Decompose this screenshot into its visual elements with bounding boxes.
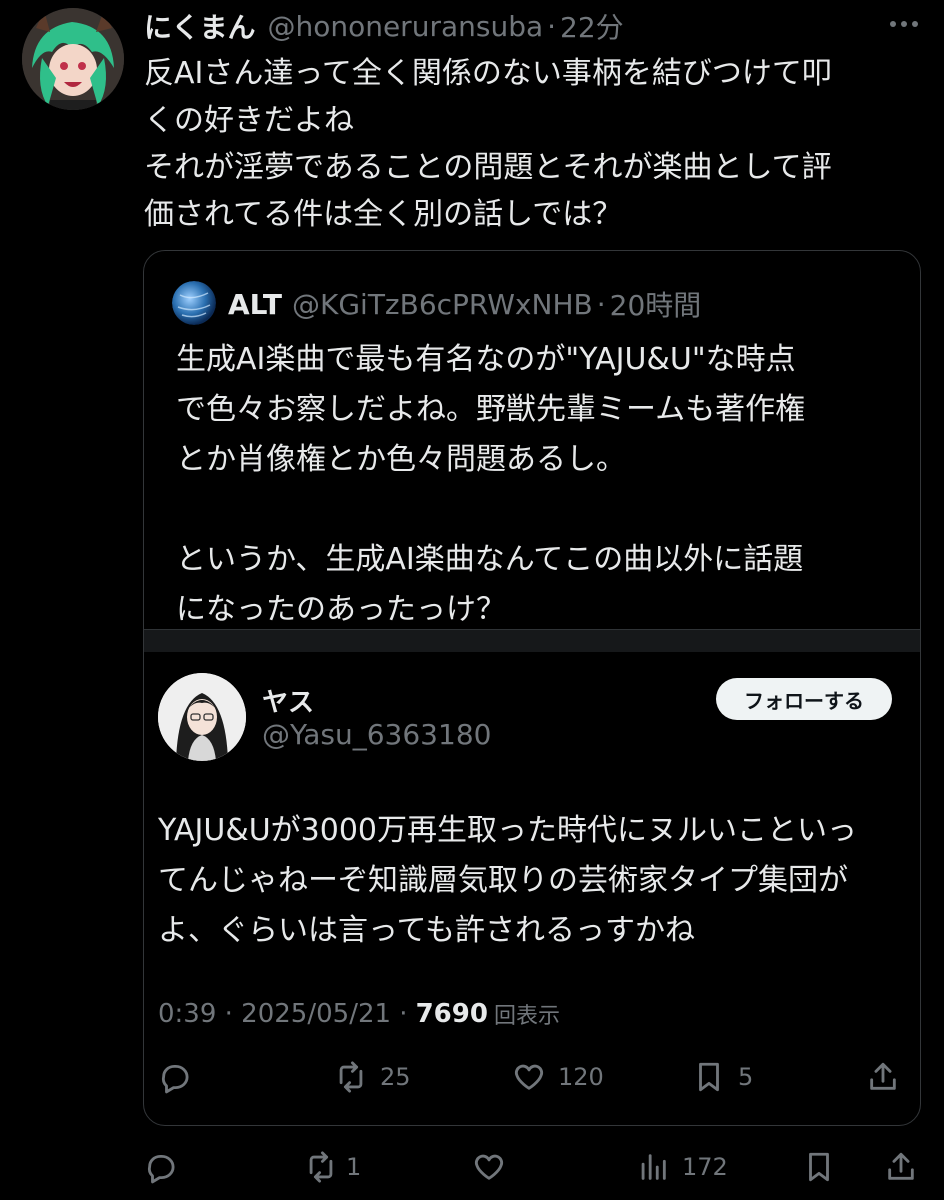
retweet-button[interactable]: 1 — [304, 1150, 361, 1184]
bookmark-icon — [809, 1152, 829, 1182]
embedded-share-button[interactable] — [866, 1060, 900, 1094]
display-name[interactable]: にくまん — [144, 6, 255, 46]
reply-icon — [161, 1064, 189, 1094]
embedded-timestamp[interactable]: 0:39 · 2025/05/21 · — [158, 999, 408, 1029]
quote-timestamp[interactable]: 20時間 — [610, 284, 702, 324]
embedded-bookmark-button[interactable]: 5 — [692, 1060, 753, 1094]
embedded-text-line: YAJU&Uが3000万再生取った時代にヌルいこといっ — [158, 813, 858, 848]
share-icon — [870, 1062, 896, 1090]
embedded-avatar[interactable] — [158, 673, 246, 761]
timestamp[interactable]: 22分 — [560, 6, 624, 46]
divider — [144, 629, 920, 652]
quote-text-line: になったのあったっけ？ — [176, 592, 506, 627]
bookmark-button[interactable] — [802, 1150, 836, 1184]
view-count: 172 — [682, 1153, 728, 1181]
quote-display-name[interactable]: ALT — [228, 288, 282, 321]
embedded-like-button[interactable]: 120 — [512, 1060, 604, 1094]
quote-text-line: とか肖像権とか色々問題あるし。 — [176, 442, 626, 477]
reply-button[interactable] — [144, 1150, 178, 1184]
retweet-icon — [309, 1151, 333, 1183]
quote-text-line: というか、生成AI楽曲なんてこの曲以外に話題 — [176, 542, 804, 577]
embedded-text-line: よ、ぐらいは言っても許されるっすかね — [158, 913, 695, 948]
embedded-display-name[interactable]: ヤス — [262, 682, 314, 719]
views-icon — [641, 1154, 666, 1180]
quote-text: 生成AI楽曲で最も有名なのが"YAJU&U"な時点 で色々お察しだよね。野獣先輩… — [176, 335, 896, 635]
tweet-text-line: くの好きだよね — [144, 103, 354, 138]
quote-handle[interactable]: @KGiTzB6cPRWxNHB — [292, 288, 593, 321]
quote-text-line: 生成AI楽曲で最も有名なのが"YAJU&U"な時点 — [176, 342, 796, 377]
more-icon[interactable] — [886, 14, 922, 34]
views-button[interactable]: 172 — [636, 1150, 728, 1184]
like-count: 120 — [558, 1063, 604, 1091]
handle[interactable]: @hononeruransuba — [267, 10, 543, 43]
bookmark-count: 5 — [738, 1063, 754, 1091]
tweet-text: 反AIさん達って全く関係のない事柄を結びつけて叩 くの好きだよね それが淫夢であ… — [144, 50, 914, 238]
separator: · — [547, 9, 557, 43]
reply-icon — [147, 1154, 175, 1184]
embedded-meta: 0:39 · 2025/05/21 · 7690 回表示 — [158, 998, 560, 1030]
bookmark-icon — [699, 1062, 719, 1092]
share-button[interactable] — [884, 1150, 918, 1184]
embedded-text-line: てんじゃねーぞ知識層気取りの芸術家タイプ集団が — [158, 863, 848, 898]
retweet-count: 25 — [380, 1063, 411, 1091]
like-button[interactable] — [472, 1150, 506, 1184]
heart-icon — [514, 1064, 544, 1090]
quote-text-line: で色々お察しだよね。野獣先輩ミームも著作権 — [176, 392, 806, 427]
separator: · — [596, 287, 606, 321]
quote-text-line — [176, 485, 896, 535]
tweet-text-line: 価されてる件は全く別の話しでは？ — [144, 197, 623, 232]
share-icon — [888, 1152, 914, 1180]
embedded-views-label: 回表示 — [493, 1004, 560, 1029]
embedded-handle[interactable]: @Yasu_6363180 — [262, 718, 491, 751]
heart-icon — [474, 1154, 504, 1180]
retweet-icon — [339, 1061, 363, 1093]
embedded-retweet-button[interactable]: 25 — [334, 1060, 411, 1094]
follow-button[interactable]: フォローする — [716, 678, 892, 720]
retweet-count: 1 — [346, 1153, 362, 1181]
tweet-text-line: それが淫夢であることの問題とそれが楽曲として評 — [144, 150, 832, 185]
tweet-header: にくまん @hononeruransuba · 22分 — [144, 6, 624, 46]
embedded-text: YAJU&Uが3000万再生取った時代にヌルいこといっ てんじゃねーぞ知識層気取… — [158, 806, 898, 956]
avatar[interactable] — [22, 8, 124, 110]
embedded-view-count: 7690 — [415, 999, 488, 1029]
embedded-reply-button[interactable] — [158, 1060, 192, 1094]
quote-header: ALT @KGiTzB6cPRWxNHB · 20時間 — [228, 282, 701, 326]
tweet-text-line: 反AIさん達って全く関係のない事柄を結びつけて叩 — [144, 56, 832, 91]
quote-avatar[interactable] — [172, 281, 216, 325]
